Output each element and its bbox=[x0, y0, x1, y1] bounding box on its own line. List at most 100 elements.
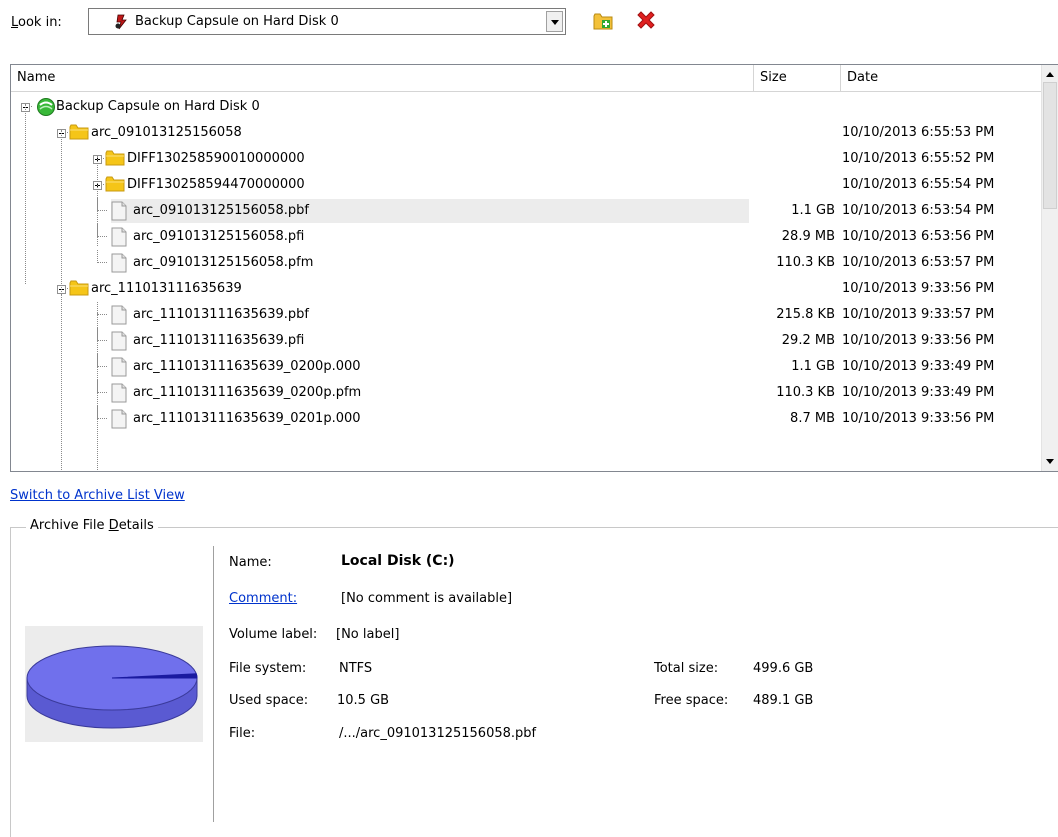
tree-connector bbox=[98, 236, 107, 237]
free-space-label: Free space: bbox=[654, 693, 729, 708]
column-header-size[interactable]: Size bbox=[754, 65, 841, 91]
tree-row[interactable]: arc_091013125156058.pfi 28.9 MB 10/10/2013… bbox=[11, 224, 1044, 250]
tree-row[interactable]: arc_111013111635639.pbf 215.8 KB 10/10/201… bbox=[11, 302, 1044, 328]
tree-item-date: 10/10/2013 9:33:57 PM bbox=[842, 307, 995, 322]
tree-item-date: 10/10/2013 6:53:56 PM bbox=[842, 229, 995, 244]
tree-item-name: arc_111013111635639_0201p.000 bbox=[133, 411, 361, 426]
file-icon bbox=[111, 331, 127, 355]
tree-item-size: 215.8 KB bbox=[776, 307, 835, 322]
used-space-label: Used space: bbox=[229, 693, 309, 708]
look-in-value: Backup Capsule on Hard Disk 0 bbox=[135, 14, 339, 29]
tree-row[interactable]: arc_111013111635639.pfi 29.2 MB 10/10/2013… bbox=[11, 328, 1044, 354]
column-header-date[interactable]: Date bbox=[841, 65, 1044, 91]
tree-row[interactable]: DIFF130258590010000000 10/10/2013 6:55:52… bbox=[11, 146, 1044, 172]
tree-row[interactable]: arc_111013111635639_0201p.000 8.7 MB 10/10… bbox=[11, 406, 1044, 432]
tree-item-date: 10/10/2013 6:55:53 PM bbox=[842, 125, 995, 140]
file-system-label: File system: bbox=[229, 661, 307, 676]
tree-row[interactable]: Backup Capsule on Hard Disk 0 bbox=[11, 94, 1044, 120]
file-icon bbox=[111, 253, 127, 277]
tree-row[interactable]: arc_111013111635639_0200p.000 1.1 GB 10/10… bbox=[11, 354, 1044, 380]
folder-icon bbox=[105, 175, 125, 197]
switch-to-archive-list-link[interactable]: Switch to Archive List View bbox=[10, 488, 185, 503]
column-header: Name Size Date bbox=[11, 65, 1044, 92]
scroll-thumb[interactable] bbox=[1043, 82, 1057, 209]
tree-connector bbox=[98, 418, 107, 419]
vertical-scrollbar[interactable] bbox=[1041, 65, 1058, 471]
tree-item-name: arc_111013111635639_0200p.pfm bbox=[133, 385, 362, 400]
new-folder-icon bbox=[593, 13, 613, 30]
file-icon bbox=[111, 409, 127, 433]
tree-item-name: arc_111013111635639_0200p.000 bbox=[133, 359, 361, 374]
total-size-value: 499.6 GB bbox=[753, 661, 814, 676]
tree-item-date: 10/10/2013 9:33:49 PM bbox=[842, 359, 995, 374]
total-size-label: Total size: bbox=[654, 661, 719, 676]
file-icon bbox=[111, 305, 127, 329]
tree-item-name: arc_091013125156058 bbox=[91, 125, 242, 140]
tree-row[interactable]: arc_091013125156058 10/10/2013 6:55:53 PM bbox=[11, 120, 1044, 146]
tree-item-name: Backup Capsule on Hard Disk 0 bbox=[56, 99, 260, 114]
tree-guide-line bbox=[97, 156, 98, 246]
backup-capsule-icon bbox=[35, 97, 57, 121]
free-space-value: 489.1 GB bbox=[753, 693, 814, 708]
name-label: Name: bbox=[229, 555, 272, 570]
scroll-down-icon[interactable] bbox=[1046, 459, 1054, 464]
tree-row[interactable]: DIFF130258594470000000 10/10/2013 6:55:54… bbox=[11, 172, 1044, 198]
chevron-down-icon[interactable] bbox=[546, 11, 563, 32]
disk-usage-graphic bbox=[25, 626, 203, 742]
tree-item-name: DIFF130258590010000000 bbox=[127, 151, 305, 166]
file-system-value: NTFS bbox=[339, 661, 373, 676]
tree-item-date: 10/10/2013 6:55:52 PM bbox=[842, 151, 995, 166]
tree-item-date: 10/10/2013 9:33:56 PM bbox=[842, 281, 995, 296]
file-icon bbox=[111, 383, 127, 407]
tree-item-date: 10/10/2013 9:33:49 PM bbox=[842, 385, 995, 400]
tree-guide-line bbox=[97, 312, 98, 471]
tree-item-name: arc_111013111635639.pfi bbox=[133, 333, 305, 348]
look-in-label: Look in: bbox=[11, 15, 62, 30]
tree-item-name: arc_111013111635639 bbox=[91, 281, 242, 296]
tree-item-size: 110.3 KB bbox=[776, 255, 835, 270]
tree-item-size: 29.2 MB bbox=[781, 333, 835, 348]
tree-row[interactable]: arc_111013111635639_0200p.pfm 110.3 KB 10/… bbox=[11, 380, 1044, 406]
tree-item-name: DIFF130258594470000000 bbox=[127, 177, 305, 192]
comment-link[interactable]: Comment: bbox=[229, 591, 297, 606]
tree-connector bbox=[98, 262, 107, 263]
look-in-dropdown[interactable]: Backup Capsule on Hard Disk 0 bbox=[88, 8, 566, 35]
tree-connector bbox=[98, 392, 107, 393]
tree-item-size: 1.1 GB bbox=[791, 203, 835, 218]
archive-tree-list[interactable]: Name Size Date Backup Capsule on Hard Di… bbox=[10, 64, 1058, 472]
tree-item-name: arc_111013111635639.pbf bbox=[133, 307, 309, 322]
tree-connector bbox=[98, 366, 107, 367]
delete-button[interactable] bbox=[634, 9, 658, 33]
tree-item-date: 10/10/2013 6:53:54 PM bbox=[842, 203, 995, 218]
tree-row[interactable]: arc_091013125156058.pbf 1.1 GB 10/10/2013 … bbox=[11, 198, 1044, 224]
tree-row[interactable]: arc_111013111635639 10/10/2013 9:33:56 PM bbox=[11, 276, 1044, 302]
file-label: File: bbox=[229, 726, 256, 741]
folder-icon bbox=[105, 149, 125, 171]
tree-item-date: 10/10/2013 9:33:56 PM bbox=[842, 411, 995, 426]
tree-guide-line bbox=[25, 104, 26, 284]
file-icon bbox=[111, 357, 127, 381]
scroll-up-icon[interactable] bbox=[1046, 72, 1054, 77]
comment-value: [No comment is available] bbox=[341, 591, 513, 606]
folder-icon bbox=[69, 123, 89, 145]
disk-name-value: Local Disk (C:) bbox=[341, 553, 455, 569]
tree-row[interactable]: arc_091013125156058.pfm 110.3 KB 10/10/201… bbox=[11, 250, 1044, 276]
backup-capsule-icon bbox=[113, 13, 131, 35]
tree-item-size: 1.1 GB bbox=[791, 359, 835, 374]
tree-guide-line bbox=[61, 294, 62, 471]
folder-icon bbox=[69, 279, 89, 301]
tree-item-size: 28.9 MB bbox=[781, 229, 835, 244]
tree-connector bbox=[98, 210, 107, 211]
tree-connector bbox=[98, 314, 107, 315]
file-value: /.../arc_091013125156058.pbf bbox=[339, 726, 537, 741]
volume-label-label: Volume label: bbox=[229, 627, 318, 642]
tree-item-size: 110.3 KB bbox=[776, 385, 835, 400]
details-separator bbox=[213, 546, 214, 822]
tree-item-name: arc_091013125156058.pfi bbox=[133, 229, 305, 244]
delete-icon bbox=[637, 11, 655, 29]
file-icon bbox=[111, 227, 127, 251]
used-space-value: 10.5 GB bbox=[337, 693, 390, 708]
new-folder-button[interactable] bbox=[593, 11, 615, 31]
archive-file-details-title: Archive File Details bbox=[26, 518, 158, 533]
column-header-name[interactable]: Name bbox=[11, 65, 754, 91]
